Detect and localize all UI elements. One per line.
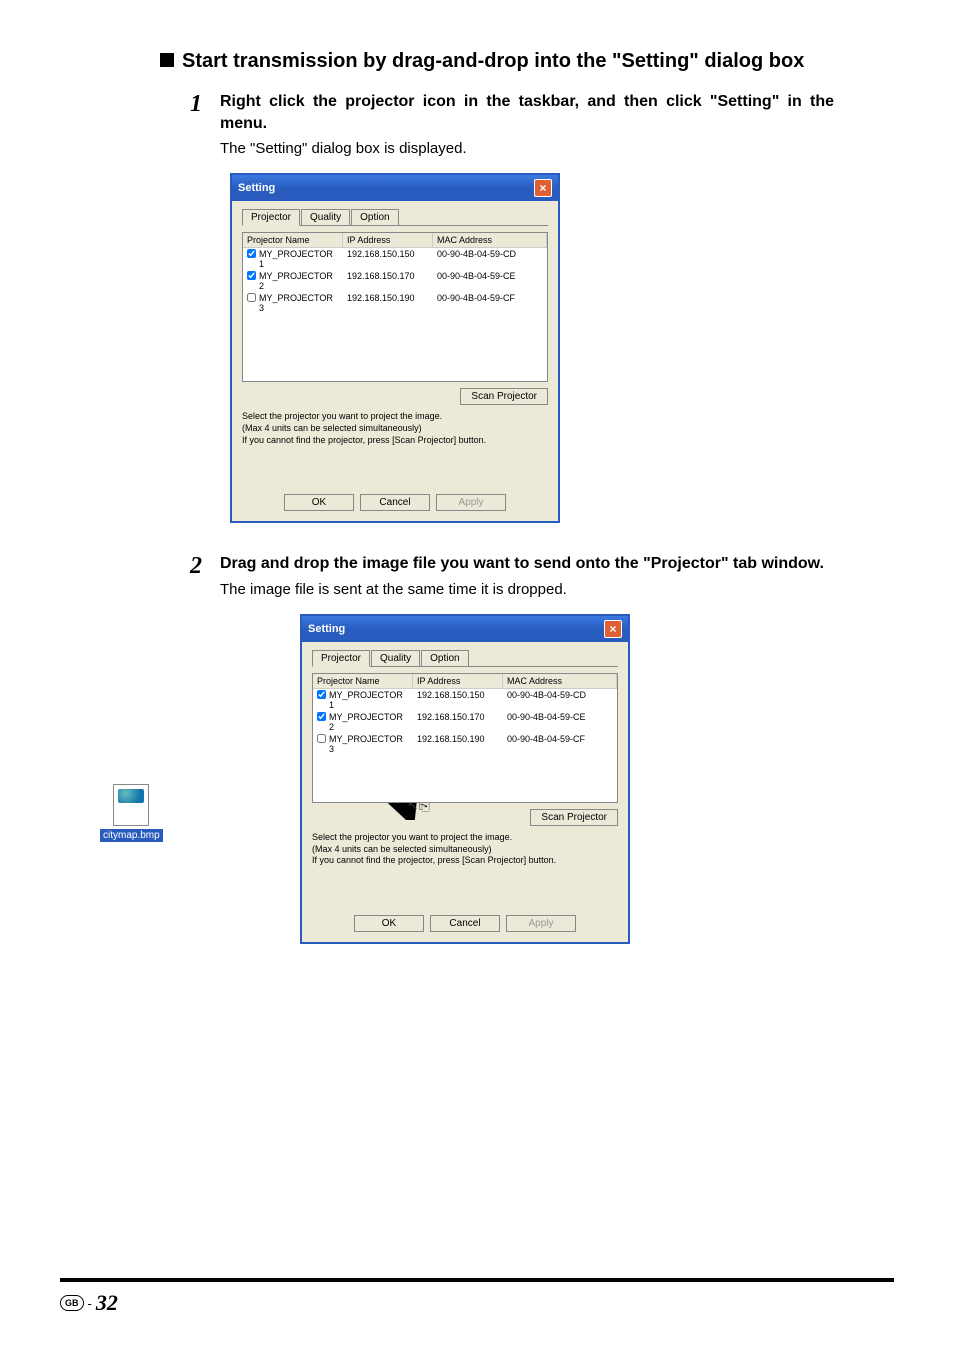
row-ip: 192.168.150.190 [413, 734, 503, 754]
gb-badge: GB [60, 1295, 84, 1311]
page-number: 32 [96, 1290, 118, 1316]
apply-button: Apply [506, 915, 576, 932]
dialog-screenshot-2: citymap.bmp Setting × ↖⎘ Projector Quali… [300, 614, 894, 944]
info-line-2: (Max 4 units can be selected simultaneou… [242, 423, 548, 435]
step-1: 1 Right click the projector icon in the … [190, 91, 834, 159]
setting-dialog: Setting × Projector Quality Option Proje… [230, 173, 560, 523]
info-line-3: If you cannot find the projector, press … [312, 855, 618, 867]
step-2: 2 Drag and drop the image file you want … [190, 553, 834, 600]
tab-projector[interactable]: Projector [242, 209, 300, 226]
list-row[interactable]: MY_PROJECTOR 1 192.168.150.150 00-90-4B-… [243, 248, 547, 270]
tab-quality[interactable]: Quality [371, 650, 420, 666]
tab-option[interactable]: Option [421, 650, 468, 666]
col-ip-address: IP Address [343, 233, 433, 247]
ok-button[interactable]: OK [354, 915, 424, 932]
dialog-titlebar: Setting × [302, 616, 628, 642]
row-name: MY_PROJECTOR 3 [255, 293, 343, 313]
setting-dialog: Setting × ↖⎘ Projector Quality Option [300, 614, 630, 944]
col-projector-name: Projector Name [243, 233, 343, 247]
dialog-tabs: Projector Quality Option [242, 209, 548, 226]
footer-dash: - [88, 1296, 92, 1311]
info-line-3: If you cannot find the projector, press … [242, 435, 548, 447]
list-row[interactable]: MY_PROJECTOR 3 192.168.150.190 00-90-4B-… [243, 292, 547, 314]
row-mac: 00-90-4B-04-59-CF [503, 734, 617, 754]
dialog-screenshot-1: Setting × Projector Quality Option Proje… [230, 173, 894, 523]
row-mac: 00-90-4B-04-59-CD [503, 690, 617, 710]
step-number: 2 [190, 553, 220, 600]
info-line-2: (Max 4 units can be selected simultaneou… [312, 844, 618, 856]
row-name: MY_PROJECTOR 1 [255, 249, 343, 269]
list-row[interactable]: MY_PROJECTOR 3 192.168.150.190 00-90-4B-… [313, 733, 617, 755]
cancel-button[interactable]: Cancel [430, 915, 500, 932]
footer-bar [60, 1278, 894, 1282]
scan-projector-button[interactable]: Scan Projector [460, 388, 548, 405]
info-line-1: Select the projector you want to project… [242, 411, 548, 423]
row-ip: 192.168.150.170 [343, 271, 433, 291]
list-row[interactable]: MY_PROJECTOR 2 192.168.150.170 00-90-4B-… [243, 270, 547, 292]
ok-button[interactable]: OK [284, 494, 354, 511]
list-header: Projector Name IP Address MAC Address [243, 233, 547, 248]
file-icon [113, 784, 149, 826]
col-mac-address: MAC Address [433, 233, 547, 247]
tab-quality[interactable]: Quality [301, 209, 350, 225]
row-name: MY_PROJECTOR 1 [325, 690, 413, 710]
step-number: 1 [190, 91, 220, 159]
close-icon[interactable]: × [604, 620, 622, 638]
row-name: MY_PROJECTOR 3 [325, 734, 413, 754]
tab-option[interactable]: Option [351, 209, 398, 225]
row-mac: 00-90-4B-04-59-CF [433, 293, 547, 313]
section-title-text: Start transmission by drag-and-drop into… [182, 50, 804, 72]
projector-list[interactable]: Projector Name IP Address MAC Address MY… [312, 673, 618, 803]
dialog-title: Setting [308, 623, 345, 635]
list-row[interactable]: MY_PROJECTOR 2 192.168.150.170 00-90-4B-… [313, 711, 617, 733]
col-ip-address: IP Address [413, 674, 503, 688]
apply-button: Apply [436, 494, 506, 511]
step-instruction: Right click the projector icon in the ta… [220, 91, 834, 134]
row-mac: 00-90-4B-04-59-CE [433, 271, 547, 291]
dialog-info: Select the projector you want to project… [312, 832, 618, 867]
list-row[interactable]: MY_PROJECTOR 1 192.168.150.150 00-90-4B-… [313, 689, 617, 711]
step-sub: The "Setting" dialog box is displayed. [220, 138, 834, 159]
dialog-title: Setting [238, 182, 275, 194]
row-ip: 192.168.150.190 [343, 293, 433, 313]
info-line-1: Select the projector you want to project… [312, 832, 618, 844]
row-ip: 192.168.150.150 [343, 249, 433, 269]
row-ip: 192.168.150.170 [413, 712, 503, 732]
step-sub: The image file is sent at the same time … [220, 579, 834, 600]
row-mac: 00-90-4B-04-59-CE [503, 712, 617, 732]
list-header: Projector Name IP Address MAC Address [313, 674, 617, 689]
row-mac: 00-90-4B-04-59-CD [433, 249, 547, 269]
dialog-tabs: Projector Quality Option [312, 650, 618, 667]
bullet-square-icon [160, 53, 174, 67]
dialog-info: Select the projector you want to project… [242, 411, 548, 446]
row-name: MY_PROJECTOR 2 [255, 271, 343, 291]
section-heading: Start transmission by drag-and-drop into… [160, 50, 894, 73]
projector-list[interactable]: Projector Name IP Address MAC Address MY… [242, 232, 548, 382]
scan-projector-button[interactable]: Scan Projector [530, 809, 618, 826]
cancel-button[interactable]: Cancel [360, 494, 430, 511]
dragged-file[interactable]: citymap.bmp [100, 784, 163, 842]
page-footer: GB - 32 [60, 1278, 894, 1316]
col-mac-address: MAC Address [503, 674, 617, 688]
file-label: citymap.bmp [100, 829, 163, 842]
step-instruction: Drag and drop the image file you want to… [220, 553, 834, 575]
close-icon[interactable]: × [534, 179, 552, 197]
row-ip: 192.168.150.150 [413, 690, 503, 710]
tab-projector[interactable]: Projector [312, 650, 370, 667]
col-projector-name: Projector Name [313, 674, 413, 688]
dialog-titlebar: Setting × [232, 175, 558, 201]
row-name: MY_PROJECTOR 2 [325, 712, 413, 732]
